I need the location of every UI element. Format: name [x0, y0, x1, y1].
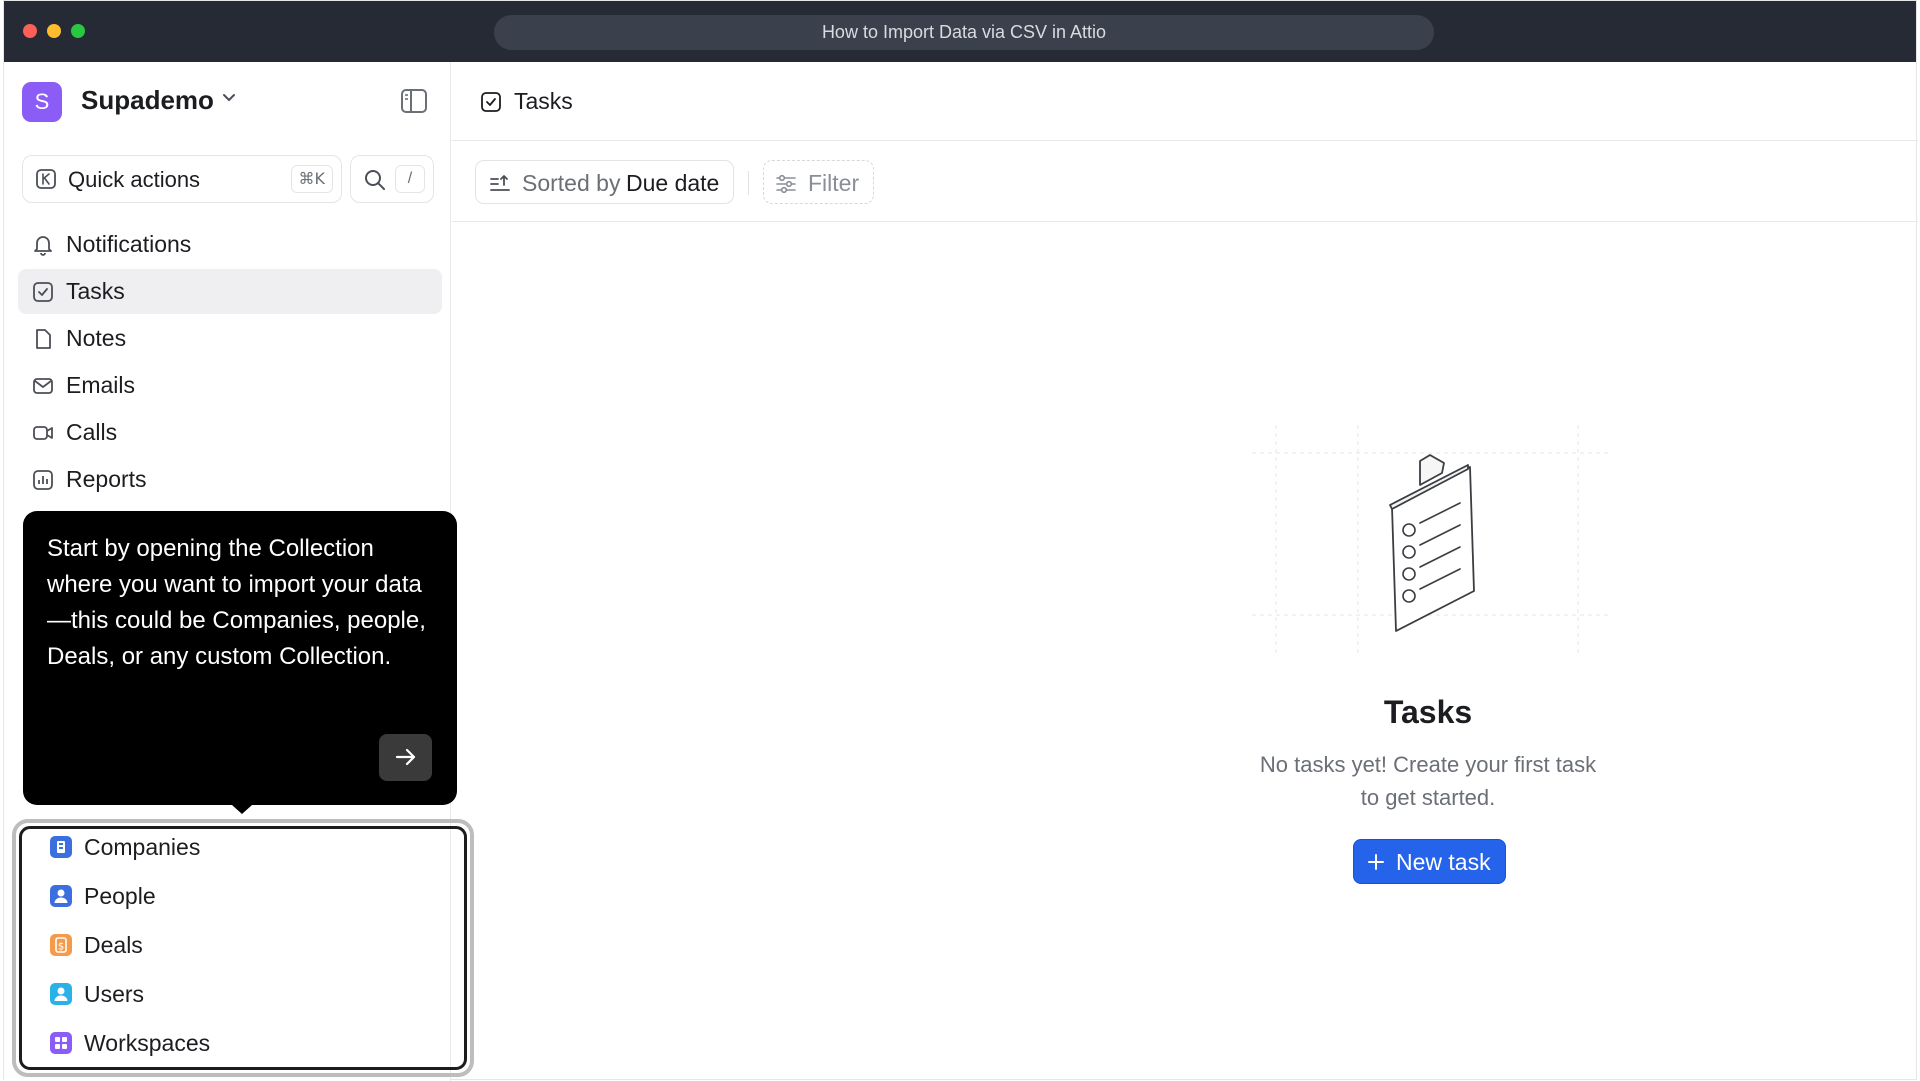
search-button[interactable]: / [350, 155, 434, 203]
app-window: How to Import Data via CSV in Attio S Su… [3, 0, 1918, 1081]
sidebar-item-companies[interactable]: Companies [36, 827, 456, 867]
workspace-avatar[interactable]: S [22, 82, 62, 122]
quick-actions-label: Quick actions [68, 167, 201, 192]
new-task-button[interactable]: New task [1353, 839, 1506, 884]
empty-state-title: Tasks [1383, 694, 1473, 730]
sidebar-item-emails[interactable]: Emails [18, 363, 442, 408]
sidebar-item-notes[interactable]: Notes [18, 316, 442, 361]
companies-icon [50, 836, 72, 858]
sidebar-item-label: Users [84, 981, 145, 1007]
sidebar-item-label: Tasks [66, 278, 125, 304]
sidebar-item-label: People [84, 883, 156, 909]
sidebar-item-label: Calls [66, 419, 118, 445]
sidebar-item-label: Companies [84, 834, 201, 860]
sidebar-item-label: Deals [84, 932, 143, 958]
bell-icon [34, 236, 52, 256]
collections-highlight: Companies People $ Deals Users Workspace… [12, 819, 474, 1077]
maximize-window-button[interactable] [71, 24, 85, 38]
sidebar-item-label: Reports [66, 466, 147, 492]
view-toolbar: Sorted by Due date Filter [452, 141, 1918, 222]
chart-icon [33, 470, 53, 490]
quick-actions-shortcut: ⌘K [290, 165, 333, 193]
note-icon [36, 329, 51, 349]
sidebar-item-label: Emails [66, 372, 136, 398]
tooltip-next-button[interactable] [379, 734, 432, 781]
plus-icon [1368, 854, 1384, 870]
search-icon [365, 170, 385, 190]
sort-icon [490, 175, 510, 191]
sidebar-item-label: Workspaces [84, 1030, 211, 1056]
sidebar-item-workspaces[interactable]: Workspaces [36, 1023, 456, 1063]
video-icon [33, 426, 53, 440]
arrow-right-icon [395, 748, 416, 766]
quick-actions-button[interactable]: Quick actions ⌘K [22, 155, 342, 203]
sidebar-item-calls[interactable]: Calls [18, 410, 442, 455]
workspaces-icon [50, 1032, 72, 1054]
sidebar-item-notifications[interactable]: Notifications [18, 222, 442, 267]
sidebar-toggle-icon[interactable] [400, 88, 428, 114]
dollar-icon: $ [50, 934, 72, 956]
checkbox-icon [481, 92, 501, 112]
sidebar-item-reports[interactable]: Reports [18, 457, 442, 502]
sort-prefix: Sorted by [522, 170, 621, 196]
page-title: Tasks [514, 88, 573, 114]
toolbar-divider [748, 171, 749, 195]
person-icon [50, 885, 72, 907]
address-bar[interactable]: How to Import Data via CSV in Attio [494, 15, 1434, 50]
user-icon [50, 983, 72, 1005]
sidebar-item-label: Notes [66, 325, 127, 351]
main-header: Tasks [452, 62, 1918, 141]
sidebar-item-tasks[interactable]: Tasks [18, 269, 442, 314]
sort-value: Due date [626, 170, 720, 196]
sort-button[interactable]: Sorted by Due date [475, 160, 734, 204]
collections-list: Companies People $ Deals Users Workspace… [19, 826, 467, 1070]
sidebar-item-people[interactable]: People [36, 876, 456, 916]
filter-icon [776, 174, 796, 194]
tooltip-text: Start by opening the Collection where yo… [47, 535, 426, 670]
filter-button[interactable]: Filter [763, 160, 874, 204]
guide-tooltip: Start by opening the Collection where yo… [23, 511, 457, 805]
close-window-button[interactable] [23, 24, 37, 38]
filter-label: Filter [808, 170, 860, 196]
sidebar-item-users[interactable]: Users [36, 974, 456, 1014]
svg-text:$: $ [58, 942, 64, 953]
minimize-window-button[interactable] [47, 24, 61, 38]
title-bar: How to Import Data via CSV in Attio [4, 1, 1916, 62]
sidebar-item-label: Notifications [66, 231, 192, 257]
search-shortcut: / [395, 165, 425, 193]
tooltip-pointer [232, 805, 252, 814]
clipboard-illustration-icon [1252, 425, 1612, 653]
chevron-down-icon[interactable] [222, 93, 236, 103]
empty-state-description: No tasks yet! Create your first task to … [1259, 752, 1597, 810]
sidebar-item-deals[interactable]: $ Deals [36, 925, 456, 965]
new-task-label: New task [1396, 849, 1491, 875]
workspace-name[interactable]: Supademo [81, 85, 214, 116]
mail-icon [33, 378, 53, 394]
command-icon [36, 169, 56, 189]
checkbox-icon [33, 282, 53, 302]
